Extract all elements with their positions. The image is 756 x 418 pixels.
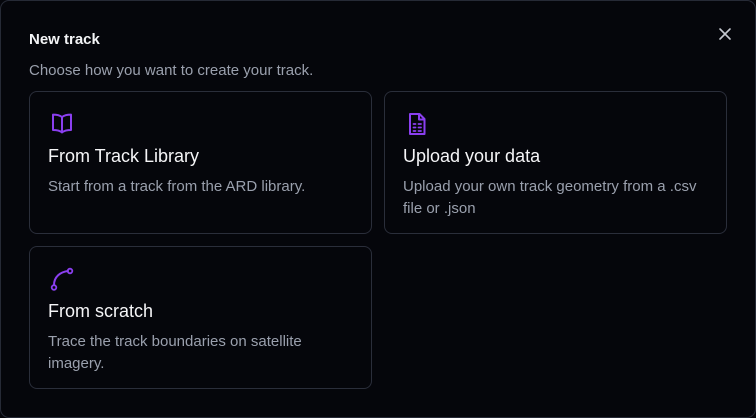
option-title: From scratch: [48, 301, 154, 321]
close-icon: [719, 28, 731, 40]
option-card-from-scratch[interactable]: From scratch Trace the track boundaries …: [29, 246, 372, 389]
book-open-icon: [52, 113, 72, 134]
curve-path-icon: [50, 267, 74, 291]
new-track-dialog: New track Choose how you want to create …: [0, 0, 756, 418]
option-title: From Track Library: [48, 146, 200, 166]
option-card-upload-data[interactable]: Upload your data Upload your own track g…: [384, 91, 727, 234]
option-description: Trace the track boundaries on satellite …: [48, 333, 302, 372]
close-button[interactable]: [715, 24, 735, 44]
option-title: Upload your data: [403, 146, 541, 166]
option-card-track-library[interactable]: From Track Library Start from a track fr…: [29, 91, 372, 234]
file-spreadsheet-icon: [409, 113, 426, 135]
dialog-subtitle: Choose how you want to create your track…: [29, 62, 314, 79]
dialog-title: New track: [29, 31, 100, 48]
option-description: Upload your own track geometry from a .c…: [403, 178, 697, 217]
option-description: Start from a track from the ARD library.: [48, 178, 306, 195]
